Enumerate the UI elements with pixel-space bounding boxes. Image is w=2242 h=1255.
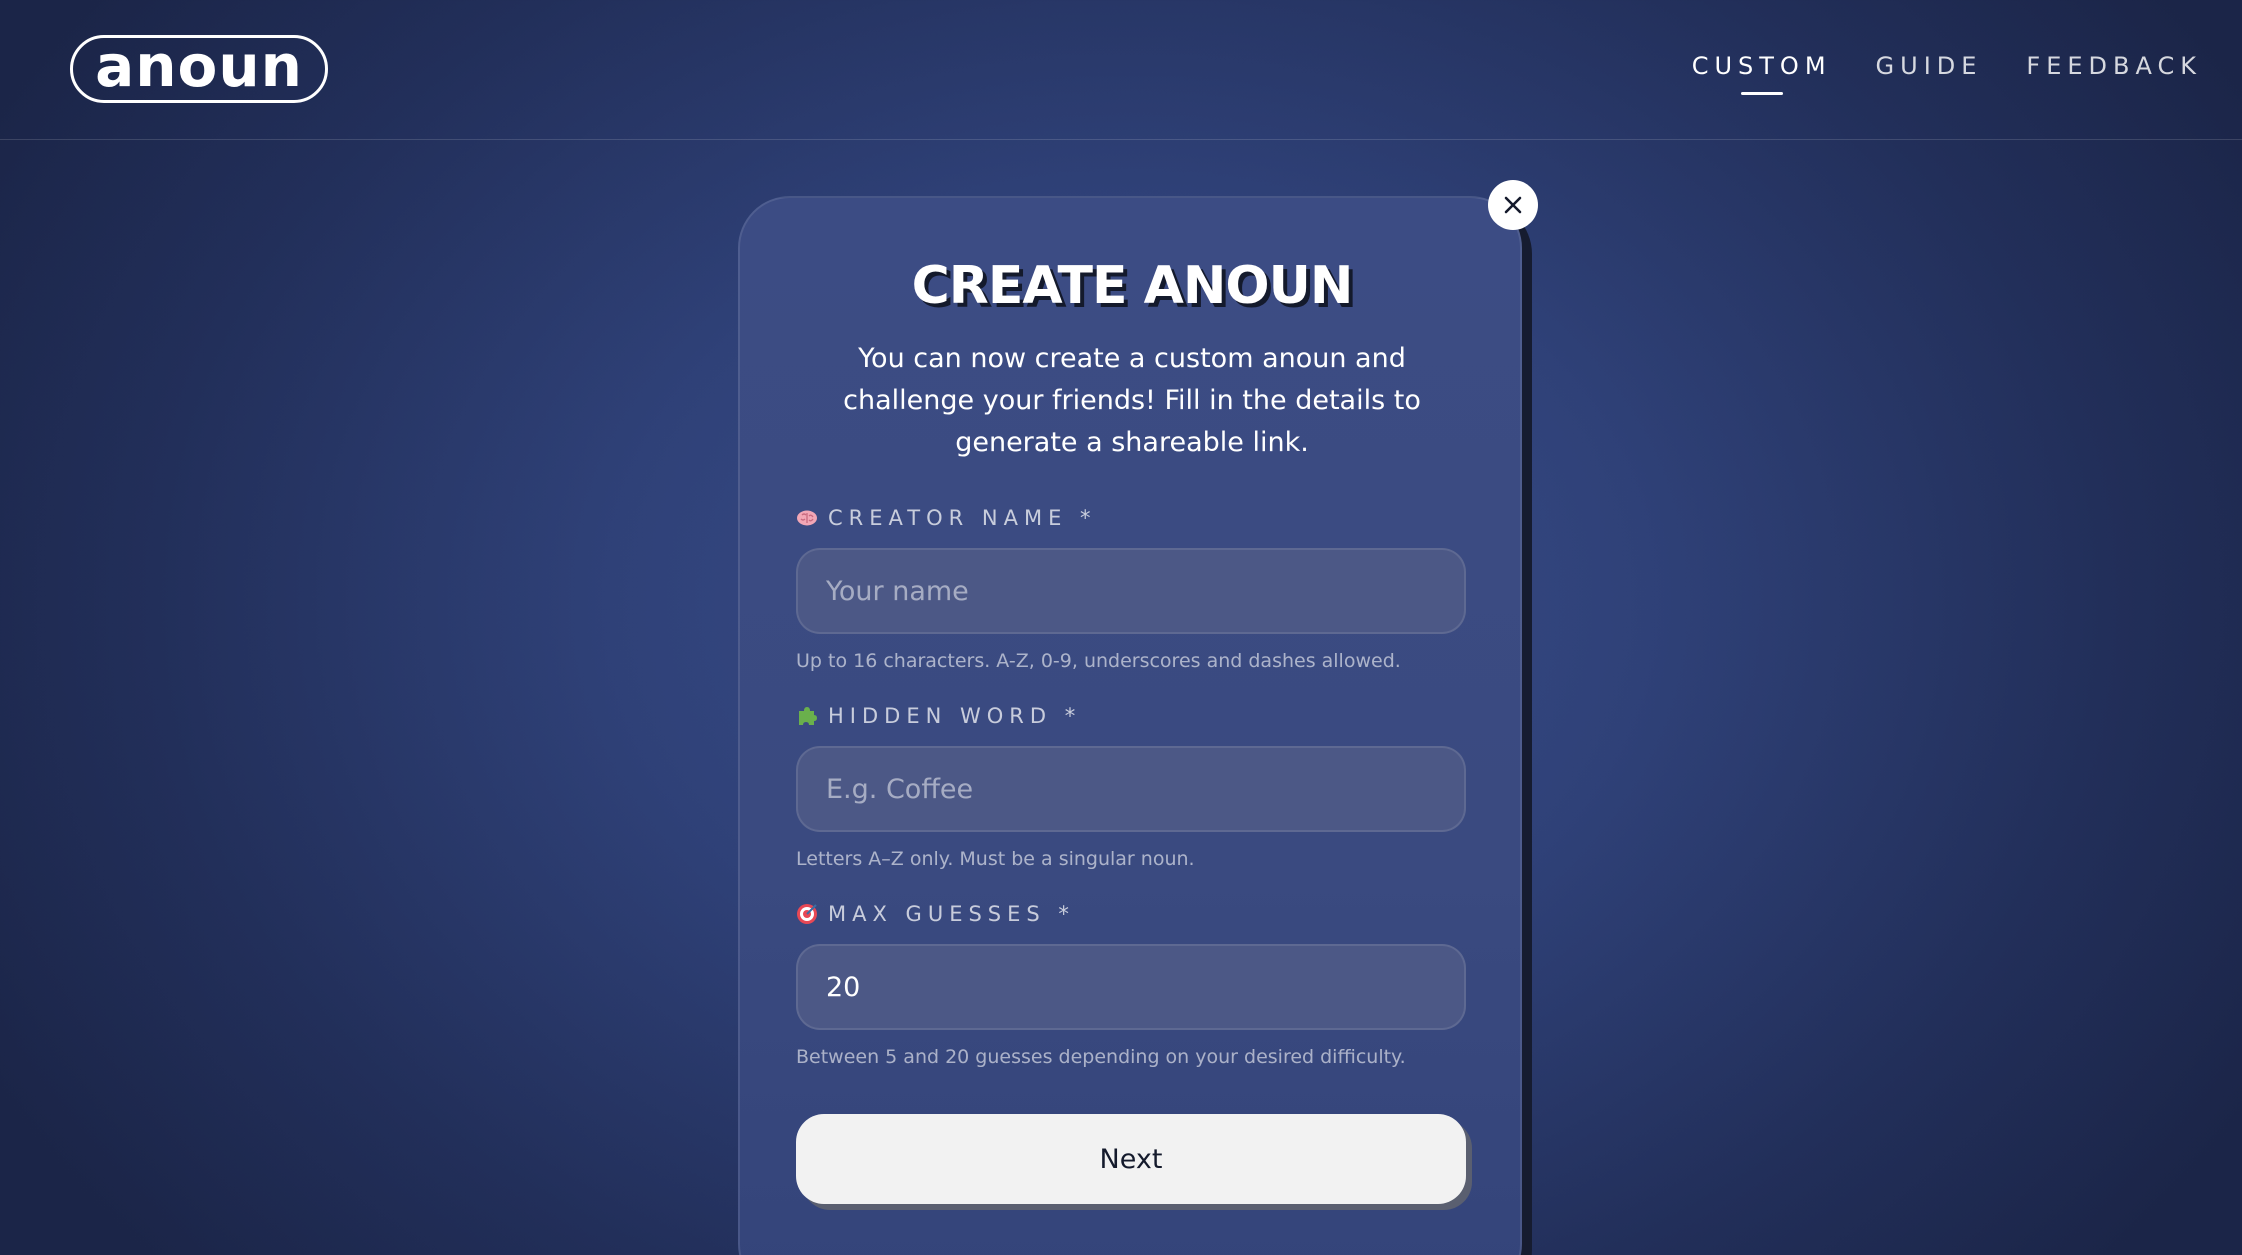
hidden-word-input[interactable]	[796, 746, 1466, 832]
main-nav: CUSTOM GUIDE FEEDBACK	[1691, 52, 2202, 95]
nav-active-underline	[1740, 92, 1783, 95]
hidden-word-hint: Letters A–Z only. Must be a singular nou…	[796, 848, 1195, 870]
nav-custom-label: CUSTOM	[1691, 52, 1832, 80]
nav-feedback-label: FEEDBACK	[2026, 52, 2202, 80]
target-icon	[797, 904, 817, 924]
next-button[interactable]: Next	[796, 1114, 1466, 1204]
nav-guide-label: GUIDE	[1875, 52, 1983, 80]
hidden-word-label: HIDDEN WORD *	[796, 704, 1081, 728]
hidden-word-label-text: HIDDEN WORD *	[828, 704, 1082, 728]
nav-custom[interactable]: CUSTOM	[1691, 52, 1832, 95]
brain-icon	[797, 510, 817, 526]
nav-feedback[interactable]: FEEDBACK	[2026, 52, 2202, 80]
max-guesses-input[interactable]	[796, 944, 1466, 1030]
logo-text: anoun	[95, 32, 303, 100]
create-anoun-modal: CREATE ANOUN You can now create a custom…	[738, 196, 1522, 1255]
max-guesses-hint: Between 5 and 20 guesses depending on yo…	[796, 1046, 1406, 1068]
puzzle-icon	[799, 707, 817, 725]
creator-name-label: CREATOR NAME *	[796, 506, 1097, 530]
top-header: anoun CUSTOM GUIDE FEEDBACK	[0, 0, 2242, 140]
creator-name-label-text: CREATOR NAME *	[828, 506, 1097, 530]
anoun-logo[interactable]: anoun	[70, 35, 328, 103]
max-guesses-label: MAX GUESSES *	[796, 902, 1075, 926]
modal-title: CREATE ANOUN	[911, 256, 1354, 316]
modal-description: You can now create a custom anoun and ch…	[843, 343, 1421, 458]
close-modal-button[interactable]	[1488, 180, 1538, 230]
max-guesses-label-text: MAX GUESSES *	[828, 902, 1075, 926]
close-icon	[1504, 196, 1522, 214]
nav-guide[interactable]: GUIDE	[1876, 52, 1983, 80]
creator-name-input[interactable]	[796, 548, 1466, 634]
creator-name-hint: Up to 16 characters. A-Z, 0-9, underscor…	[796, 650, 1401, 672]
